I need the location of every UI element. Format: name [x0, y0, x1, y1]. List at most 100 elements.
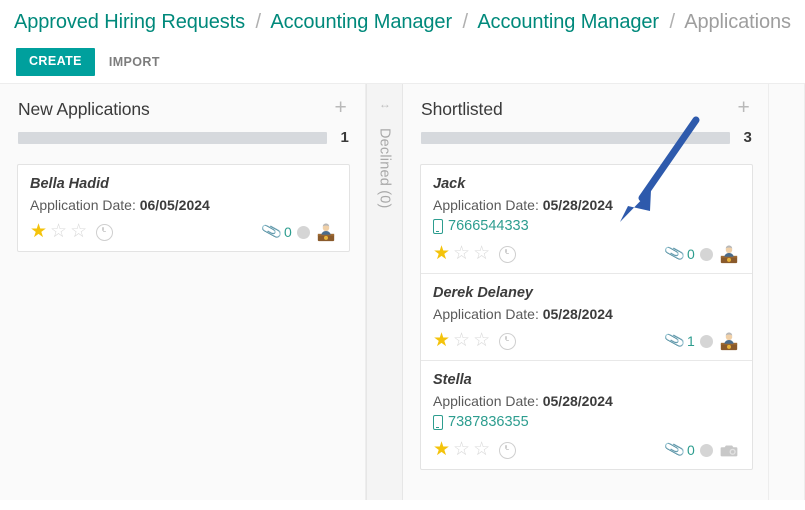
- card-footer-right: 📎 0: [663, 438, 740, 461]
- applicant-name: Stella: [433, 372, 472, 388]
- kanban-column-new-applications: New Applications + 1 Bella Hadid Applica…: [0, 84, 366, 500]
- card-footer-right: 📎 1: [663, 329, 740, 352]
- star-icon-filled[interactable]: ★: [433, 440, 450, 460]
- avatar[interactable]: [315, 222, 337, 242]
- application-date-label: Application Date:: [433, 197, 539, 213]
- star-icon-empty[interactable]: ☆: [70, 222, 87, 242]
- clock-icon[interactable]: [96, 223, 114, 241]
- application-date-value: 05/28/2024: [542, 197, 613, 213]
- breadcrumb-item-current: Applications: [684, 11, 791, 33]
- star-icon-filled[interactable]: ★: [30, 222, 47, 242]
- star-icon-filled[interactable]: ★: [433, 244, 450, 264]
- attachment-count: 0: [687, 246, 695, 262]
- paperclip-icon: 📎: [663, 329, 688, 352]
- application-date: Application Date: 06/05/2024: [30, 195, 337, 215]
- star-icon-empty[interactable]: ☆: [50, 222, 67, 242]
- attachment-indicator[interactable]: 📎 1: [663, 329, 695, 352]
- import-button[interactable]: IMPORT: [109, 55, 160, 69]
- plus-icon[interactable]: +: [738, 97, 752, 118]
- breadcrumb-separator: /: [255, 11, 262, 33]
- card-footer-right: 📎 0: [260, 220, 337, 243]
- clock-icon[interactable]: [499, 441, 517, 459]
- application-date: Application Date: 05/28/2024: [433, 304, 740, 324]
- column-progress-row: 3: [403, 120, 768, 146]
- avatar[interactable]: [718, 244, 740, 264]
- column-progress-row: 1: [0, 120, 365, 146]
- card-footer: ★ ☆ ☆ 📎 0: [30, 220, 337, 243]
- star-icon-empty[interactable]: ☆: [473, 440, 490, 460]
- breadcrumb-item-2[interactable]: Accounting Manager: [270, 11, 452, 33]
- phone-link[interactable]: 7666544333: [433, 216, 740, 237]
- clock-icon[interactable]: [499, 332, 517, 350]
- phone-link[interactable]: 7387836355: [433, 412, 740, 433]
- kanban-card[interactable]: Stella Application Date: 05/28/2024 7387…: [421, 360, 752, 469]
- card-footer: ★ ☆ ☆ 📎 1: [433, 329, 740, 352]
- control-panel-buttons: CREATE IMPORT: [0, 35, 805, 77]
- activity-status-dot[interactable]: [699, 443, 713, 457]
- column-header: Shortlisted +: [403, 84, 768, 120]
- paperclip-icon: 📎: [663, 438, 688, 461]
- attachment-count: 1: [687, 333, 695, 349]
- kanban-column-shortlisted: Shortlisted + 3 Jack Application Date: 0…: [403, 84, 769, 500]
- card-footer-right: 📎 0: [664, 242, 740, 265]
- column-card-list: Bella Hadid Application Date: 06/05/2024…: [0, 146, 365, 252]
- application-date-value: 05/28/2024: [542, 393, 613, 409]
- star-icon-empty[interactable]: ☆: [473, 331, 490, 351]
- kanban-card[interactable]: Derek Delaney Application Date: 05/28/20…: [421, 273, 752, 360]
- star-icon-empty[interactable]: ☆: [473, 244, 490, 264]
- column-header: New Applications +: [0, 84, 365, 120]
- card-footer: ★ ☆ ☆ 📎 0: [433, 242, 740, 265]
- applicant-name: Derek Delaney: [433, 285, 533, 301]
- breadcrumb-item-1[interactable]: Approved Hiring Requests: [14, 11, 245, 33]
- application-date: Application Date: 05/28/2024: [433, 391, 740, 411]
- column-progress-bar[interactable]: [18, 131, 327, 144]
- activity-status-dot[interactable]: [296, 225, 310, 239]
- star-icon-empty[interactable]: ☆: [453, 244, 470, 264]
- application-date-value: 05/28/2024: [542, 306, 613, 322]
- kanban-board: New Applications + 1 Bella Hadid Applica…: [0, 83, 805, 500]
- attachment-indicator[interactable]: 📎 0: [664, 242, 695, 264]
- horizontal-arrows-icon[interactable]: ↔: [379, 98, 391, 110]
- star-icon-empty[interactable]: ☆: [453, 331, 470, 351]
- avatar[interactable]: [718, 331, 740, 351]
- mobile-phone-icon: [433, 219, 443, 234]
- avatar-placeholder[interactable]: [718, 440, 740, 460]
- kanban-column-declined-collapsed[interactable]: ↔ Declined (0): [365, 84, 403, 500]
- phone-number: 7387836355: [448, 414, 529, 430]
- star-icon-filled[interactable]: ★: [433, 331, 450, 351]
- breadcrumb-item-3[interactable]: Accounting Manager: [477, 11, 659, 33]
- activity-status-dot[interactable]: [699, 334, 713, 348]
- clock-icon[interactable]: [499, 245, 517, 263]
- activity-status-dot[interactable]: [699, 247, 713, 261]
- kanban-column-next-partial: [768, 84, 805, 500]
- star-icon-empty[interactable]: ☆: [453, 440, 470, 460]
- attachment-count: 0: [284, 224, 292, 240]
- rating-stars[interactable]: ★ ☆ ☆: [433, 440, 517, 460]
- rating-stars[interactable]: ★ ☆ ☆: [433, 244, 517, 264]
- mobile-phone-icon: [433, 415, 443, 430]
- kanban-card[interactable]: Bella Hadid Application Date: 06/05/2024…: [18, 165, 349, 251]
- application-date-label: Application Date:: [433, 306, 539, 322]
- attachment-indicator[interactable]: 📎 0: [663, 438, 695, 461]
- attachment-indicator[interactable]: 📎 0: [260, 220, 292, 243]
- applicant-name: Jack: [433, 176, 466, 192]
- column-card-list: Jack Application Date: 05/28/2024 766654…: [403, 146, 768, 470]
- column-record-count: 3: [743, 129, 752, 146]
- rating-stars[interactable]: ★ ☆ ☆: [30, 222, 114, 242]
- card-group: Jack Application Date: 05/28/2024 766654…: [420, 164, 753, 470]
- kanban-card[interactable]: Jack Application Date: 05/28/2024 766654…: [421, 165, 752, 273]
- breadcrumb: Approved Hiring Requests / Accounting Ma…: [0, 0, 805, 35]
- attachment-count: 0: [687, 442, 695, 458]
- card-group: Bella Hadid Application Date: 06/05/2024…: [17, 164, 350, 252]
- paperclip-icon: 📎: [260, 220, 285, 243]
- breadcrumb-separator: /: [669, 11, 675, 33]
- plus-icon[interactable]: +: [335, 97, 349, 118]
- phone-number: 7666544333: [448, 218, 529, 234]
- shortlisted-progress-bar[interactable]: [421, 131, 730, 144]
- application-date-label: Application Date:: [30, 197, 136, 213]
- card-footer: ★ ☆ ☆ 📎 0: [433, 438, 740, 461]
- collapsed-column-label: Declined (0): [376, 128, 393, 209]
- application-date: Application Date: 05/28/2024: [433, 195, 740, 215]
- rating-stars[interactable]: ★ ☆ ☆: [433, 331, 517, 351]
- create-button[interactable]: CREATE: [16, 48, 95, 76]
